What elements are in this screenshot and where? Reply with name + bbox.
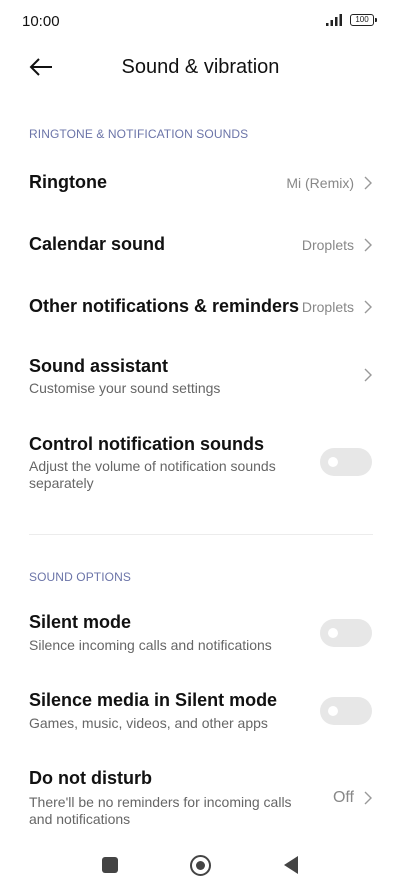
row-subtitle-continued: and notifications bbox=[29, 811, 131, 827]
back-triangle-icon[interactable] bbox=[284, 856, 298, 874]
other-notifications-row[interactable]: Other notifications & reminders Droplets bbox=[0, 282, 401, 332]
section-header-ringtone: RINGTONE & NOTIFICATION SOUNDS bbox=[29, 127, 249, 141]
recent-apps-square-icon[interactable] bbox=[102, 857, 118, 873]
row-subtitle: Silence incoming calls and notifications bbox=[29, 637, 272, 653]
chevron-right-icon bbox=[364, 368, 372, 382]
section-header-sound-options: SOUND OPTIONS bbox=[29, 570, 131, 584]
row-title: Do not disturb bbox=[29, 768, 152, 788]
control-notification-sounds-toggle[interactable] bbox=[320, 448, 372, 476]
page-title: Sound & vibration bbox=[121, 56, 280, 78]
chevron-right-icon bbox=[364, 791, 372, 805]
divider bbox=[29, 534, 373, 535]
toggle-knob bbox=[328, 628, 338, 638]
row-title: Control notification sounds bbox=[29, 434, 264, 454]
ringtone-row[interactable]: Ringtone Mi (Remix) bbox=[0, 158, 401, 208]
row-subtitle: Adjust the volume of notification sounds bbox=[29, 458, 276, 474]
status-time: 10:00 bbox=[22, 13, 60, 30]
do-not-disturb-row[interactable]: Do not disturb There'll be no reminders … bbox=[0, 758, 401, 830]
row-title: Ringtone bbox=[29, 172, 107, 192]
do-not-disturb-value: Off bbox=[332, 789, 354, 806]
row-subtitle: Customise your sound settings bbox=[29, 380, 221, 396]
row-subtitle: There'll be no reminders for incoming ca… bbox=[29, 794, 292, 810]
sound-assistant-row[interactable]: Sound assistant Customise your sound set… bbox=[0, 346, 401, 402]
home-circle-icon[interactable] bbox=[190, 855, 211, 876]
row-title: Calendar sound bbox=[29, 234, 166, 254]
silence-media-toggle[interactable] bbox=[320, 697, 372, 725]
row-title: Other notifications & reminders bbox=[29, 296, 300, 316]
chevron-right-icon bbox=[364, 300, 372, 314]
ringtone-value: Mi (Remix) bbox=[286, 175, 354, 191]
chevron-right-icon bbox=[364, 176, 372, 190]
other-notifications-value: Droplets bbox=[301, 299, 354, 315]
control-notification-sounds-row[interactable]: Control notification sounds Adjust the v… bbox=[0, 422, 401, 498]
navigation-bar bbox=[0, 842, 401, 892]
silence-media-row[interactable]: Silence media in Silent mode Games, musi… bbox=[0, 680, 401, 740]
row-subtitle-continued: separately bbox=[29, 475, 94, 491]
calendar-sound-row[interactable]: Calendar sound Droplets bbox=[0, 220, 401, 270]
silent-mode-row[interactable]: Silent mode Silence incoming calls and n… bbox=[0, 602, 401, 662]
status-bar: 10:00 100 bbox=[0, 0, 401, 40]
toggle-knob bbox=[328, 706, 338, 716]
silent-mode-toggle[interactable] bbox=[320, 619, 372, 647]
chevron-right-icon bbox=[364, 238, 372, 252]
signal-icon bbox=[326, 14, 342, 26]
row-title: Sound assistant bbox=[29, 356, 169, 376]
row-title: Silent mode bbox=[29, 612, 132, 632]
row-title: Silence media in Silent mode bbox=[29, 690, 278, 710]
home-dot bbox=[196, 861, 205, 870]
row-subtitle: Games, music, videos, and other apps bbox=[29, 715, 268, 731]
toggle-knob bbox=[328, 457, 338, 467]
battery-icon: 100 bbox=[350, 14, 377, 26]
calendar-sound-value: Droplets bbox=[301, 237, 354, 253]
header: Sound & vibration bbox=[0, 44, 401, 92]
